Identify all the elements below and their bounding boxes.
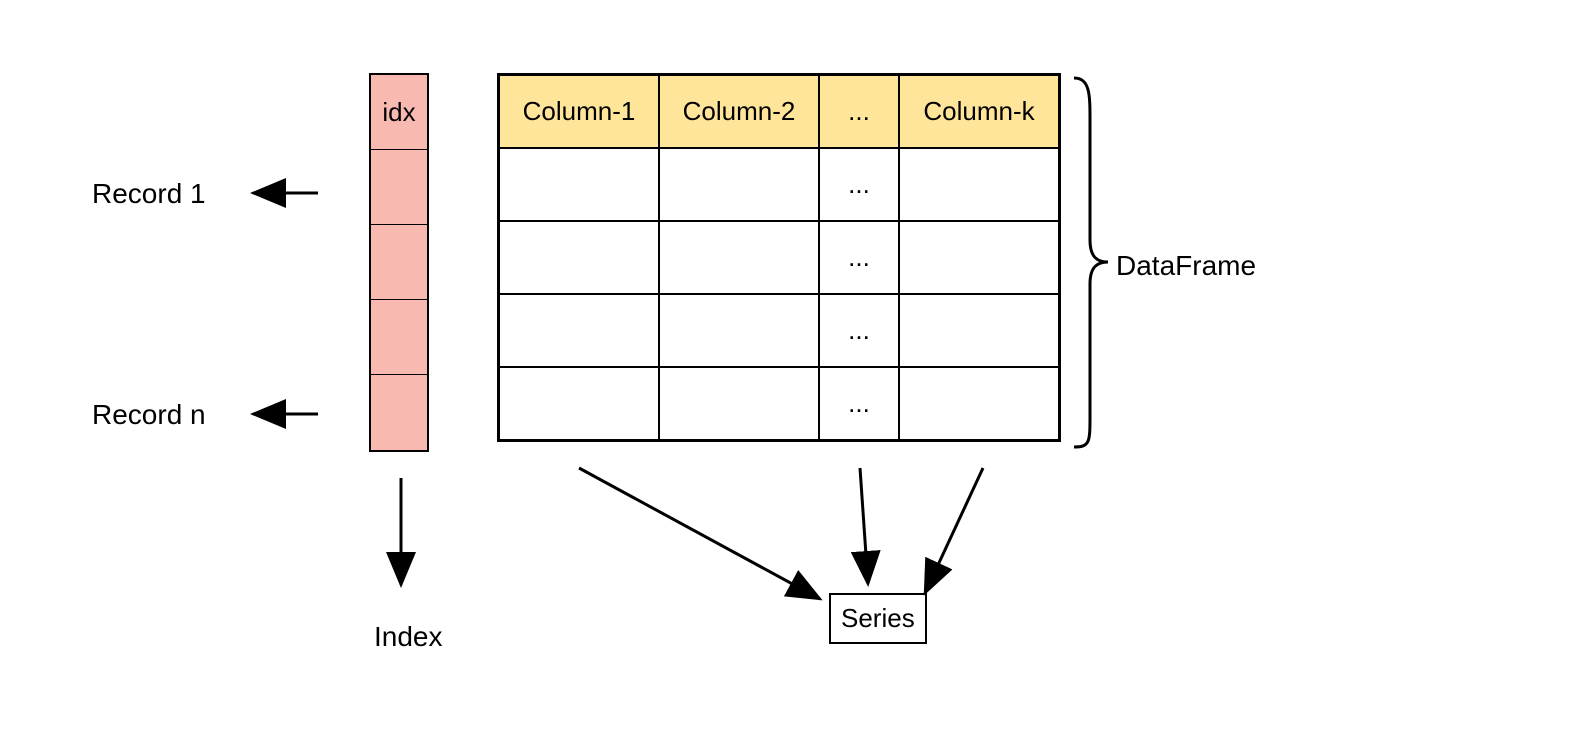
table-cell-ellipsis: ... <box>819 294 899 367</box>
table-row: ... <box>499 221 1059 294</box>
column-1-to-series-arrow-icon <box>579 468 820 599</box>
record-1-label: Record 1 <box>92 178 206 210</box>
table-cell <box>899 367 1059 440</box>
table-cell <box>499 367 659 440</box>
column-k-to-series-arrow-icon <box>925 468 983 593</box>
dataframe-brace-icon <box>1074 78 1108 447</box>
table-cell-ellipsis: ... <box>819 367 899 440</box>
idx-cell <box>371 375 427 450</box>
dataframe-table: Column-1 Column-2 ... Column-k ... ... .… <box>497 73 1061 442</box>
idx-header-cell: idx <box>371 75 427 150</box>
table-cell <box>659 294 819 367</box>
table-row: ... <box>499 148 1059 221</box>
dataframe-anatomy-diagram: idx Column-1 Column-2 ... Column-k ... .… <box>0 0 1583 750</box>
table-cell <box>499 221 659 294</box>
column-ellipsis-to-series-arrow-icon <box>860 468 868 584</box>
column-header-ellipsis: ... <box>819 75 899 148</box>
table-cell-ellipsis: ... <box>819 221 899 294</box>
table-cell <box>659 148 819 221</box>
index-label: Index <box>374 621 443 653</box>
table-cell <box>899 221 1059 294</box>
dataframe-label: DataFrame <box>1116 250 1256 282</box>
table-cell-ellipsis: ... <box>819 148 899 221</box>
table-cell <box>499 148 659 221</box>
table-cell <box>899 294 1059 367</box>
idx-cell <box>371 150 427 225</box>
series-box: Series <box>829 593 927 644</box>
index-column: idx <box>369 73 429 452</box>
column-header-k: Column-k <box>899 75 1059 148</box>
table-cell <box>499 294 659 367</box>
idx-cell <box>371 300 427 375</box>
column-header-1: Column-1 <box>499 75 659 148</box>
table-header-row: Column-1 Column-2 ... Column-k <box>499 75 1059 148</box>
record-n-label: Record n <box>92 399 206 431</box>
idx-cell <box>371 225 427 300</box>
table-cell <box>659 367 819 440</box>
column-header-2: Column-2 <box>659 75 819 148</box>
table-cell <box>899 148 1059 221</box>
table-row: ... <box>499 367 1059 440</box>
table-cell <box>659 221 819 294</box>
table-row: ... <box>499 294 1059 367</box>
